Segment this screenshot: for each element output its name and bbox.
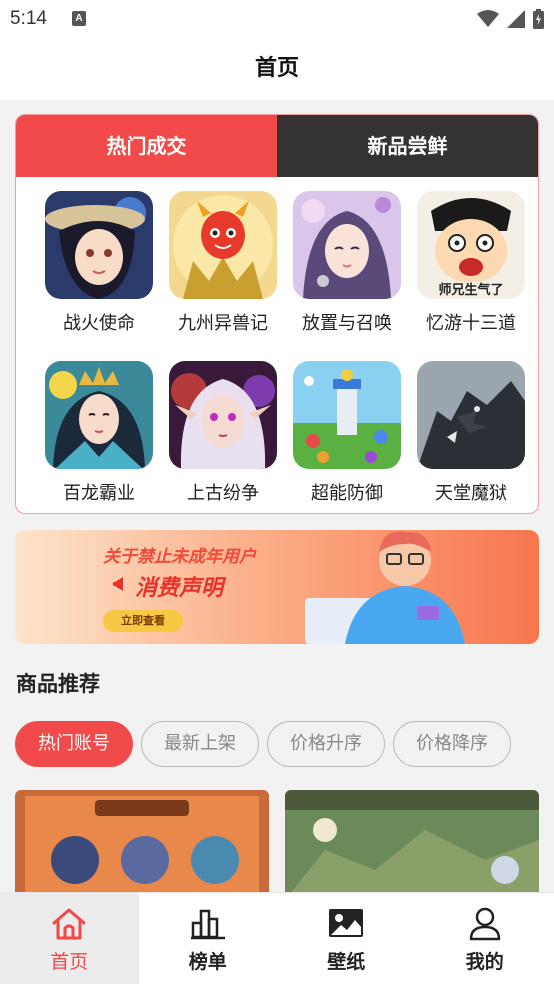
hot-games-card: 热门成交 新品尝鲜 战火使命 九州异兽记 放置与召唤 师兄生气了 忆游十三道 百… [15, 114, 539, 514]
nav-mine[interactable]: 我的 [416, 893, 554, 984]
tower-defense-icon [293, 361, 401, 469]
section-title-recommend: 商品推荐 [16, 672, 100, 696]
person-with-laptop-illustration [305, 531, 465, 644]
game-name: 百龙霸业 [63, 483, 135, 504]
game-name: 九州异兽记 [178, 313, 268, 334]
filter-newest[interactable]: 最新上架 [141, 721, 259, 767]
game-name: 放置与召唤 [302, 313, 392, 334]
nav-ranking[interactable]: 榜单 [139, 893, 278, 984]
game-item[interactable]: 超能防御 [285, 361, 409, 505]
tab-new-arrivals[interactable]: 新品尝鲜 [277, 115, 538, 177]
game-name: 天堂魔狱 [435, 483, 507, 504]
nav-label: 榜单 [188, 951, 227, 973]
crowned-queen-icon [45, 361, 153, 469]
product-thumbnail [285, 790, 539, 900]
game-item[interactable]: 师兄生气了 忆游十三道 [409, 191, 533, 335]
filter-price-asc[interactable]: 价格升序 [267, 721, 385, 767]
signal-icon [507, 10, 525, 28]
game-name: 战火使命 [63, 313, 135, 334]
banner-heading: 关于禁止未成年用户 [103, 547, 256, 567]
product-card[interactable] [15, 790, 269, 900]
page-title: 首页 [254, 56, 299, 81]
megaphone-icon [113, 577, 123, 591]
anime-girl-hat-icon [45, 191, 153, 299]
cartoon-shouting-man-icon: 师兄生气了 [417, 191, 525, 299]
purple-hair-fairy-icon [293, 191, 401, 299]
dark-wolf-dragon-icon [417, 361, 525, 469]
sort-filter-bar: 热门账号 最新上架 价格升序 价格降序 [15, 721, 511, 767]
filter-price-desc[interactable]: 价格降序 [393, 721, 511, 767]
tab-hot-deals[interactable]: 热门成交 [16, 115, 277, 177]
ranking-bars-icon [190, 909, 225, 940]
bottom-nav: 首页 榜单 壁纸 我的 [0, 892, 554, 984]
banner-subheading: 消费声明 [135, 576, 224, 601]
filter-hot-accounts[interactable]: 热门账号 [15, 721, 133, 767]
notification-icon: A [72, 11, 86, 26]
nav-label: 首页 [50, 951, 89, 973]
status-icons [477, 9, 544, 29]
home-icon [52, 908, 86, 940]
nav-label: 我的 [465, 951, 504, 973]
game-item[interactable]: 放置与召唤 [285, 191, 409, 335]
hot-tabs: 热门成交 新品尝鲜 [16, 115, 538, 177]
game-item[interactable]: 天堂魔狱 [409, 361, 533, 505]
image-icon [329, 909, 364, 937]
minor-consumption-notice-banner[interactable]: 关于禁止未成年用户 消费声明 立即查看 [15, 530, 539, 644]
status-bar: 5:14 A [0, 0, 554, 38]
status-time: 5:14 [10, 8, 47, 29]
game-item[interactable]: 九州异兽记 [161, 191, 285, 335]
game-name: 忆游十三道 [426, 313, 516, 334]
svg-text:师兄生气了: 师兄生气了 [438, 282, 503, 298]
game-item[interactable]: 上古纷争 [161, 361, 285, 505]
nav-wallpaper[interactable]: 壁纸 [277, 893, 416, 984]
wifi-icon [477, 10, 499, 27]
battery-icon [533, 9, 544, 29]
top-header: 首页 [0, 38, 554, 100]
product-thumbnail [15, 790, 269, 900]
game-name: 上古纷争 [187, 483, 259, 504]
product-card[interactable] [285, 790, 539, 900]
view-now-button[interactable]: 立即查看 [103, 610, 183, 632]
red-dragon-egg-icon [169, 191, 277, 299]
nav-label: 壁纸 [327, 951, 366, 973]
nav-home[interactable]: 首页 [0, 893, 139, 984]
game-item[interactable]: 战火使命 [37, 191, 161, 335]
game-item[interactable]: 百龙霸业 [37, 361, 161, 505]
game-name: 超能防御 [311, 483, 383, 504]
user-icon [469, 907, 500, 941]
white-hair-elf-icon [169, 361, 277, 469]
